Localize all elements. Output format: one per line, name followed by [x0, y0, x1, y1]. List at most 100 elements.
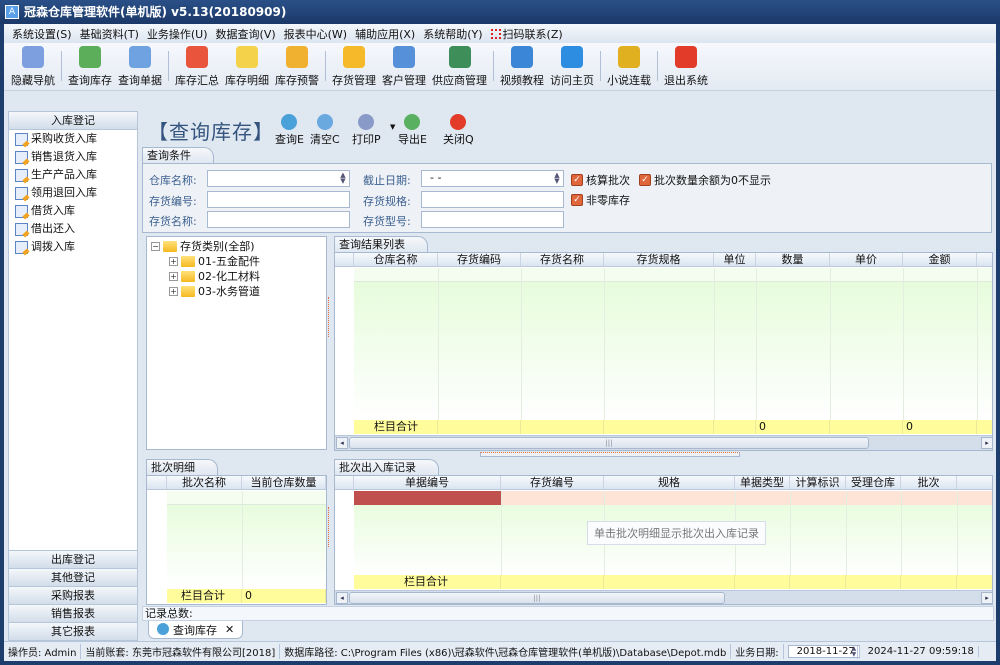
biz-date-picker[interactable]: 2018-11-27 ▲ ▼ — [787, 645, 860, 659]
collapse-icon[interactable]: − — [151, 241, 160, 251]
menu-help[interactable]: 系统帮助(Y) — [419, 26, 486, 42]
spin-icon[interactable]: ▲ ▼ — [552, 172, 562, 185]
col-header[interactable]: 金额 — [903, 253, 977, 266]
menu-aux[interactable]: 辅助应用(X) — [351, 26, 419, 42]
checkbox-calc-batch[interactable]: ✓ 核算批次 — [571, 172, 630, 188]
scroll-left-icon[interactable]: ◂ — [336, 437, 348, 449]
menu-data-query[interactable]: 数据查询(V) — [212, 26, 280, 42]
sidebar-item[interactable]: 领用退回入库 — [9, 184, 137, 202]
tree-node[interactable]: +02-化工材料 — [169, 268, 260, 284]
checkbox-hide-zero-batch[interactable]: ✓ 批次数量余额为0不显示 — [639, 172, 771, 188]
vertical-splitter[interactable] — [328, 297, 332, 337]
scroll-right-icon[interactable]: ▸ — [981, 592, 992, 604]
selected-cell[interactable] — [354, 491, 501, 505]
toolbar-button-5[interactable]: 库存预警 — [272, 43, 322, 88]
nav-group-button[interactable]: 出库登记 — [9, 550, 137, 568]
col-header[interactable]: 单据类型 — [735, 476, 790, 489]
toolbar-button-9[interactable]: 视频教程 — [497, 43, 547, 88]
horizontal-splitter[interactable] — [480, 452, 740, 457]
query-tab[interactable]: 查询条件 — [142, 147, 214, 163]
tree-node[interactable]: +03-水务管道 — [169, 283, 260, 299]
spec-input[interactable] — [421, 191, 564, 208]
sidebar-item[interactable]: 调拨入库 — [9, 238, 137, 256]
doc-tab-query-inventory[interactable]: 查询库存 ✕ — [148, 621, 244, 639]
sidebar-item[interactable]: 生产产品入库 — [9, 166, 137, 184]
batch-body[interactable] — [167, 491, 326, 589]
nav-group-inbound[interactable]: 入库登记 — [9, 112, 137, 130]
toolbar-button-3[interactable]: 库存汇总 — [172, 43, 222, 88]
expand-icon[interactable]: + — [169, 271, 178, 281]
scroll-thumb[interactable]: ||| — [349, 592, 725, 604]
col-header[interactable]: 单位 — [714, 253, 756, 266]
toolbar-button-10[interactable]: 访问主页 — [547, 43, 597, 88]
toolbar-button-11[interactable]: 小说连载 — [604, 43, 654, 88]
warehouse-select[interactable]: ▲ ▼ — [207, 170, 350, 187]
spin-icon[interactable]: ▲ ▼ — [338, 172, 348, 185]
table-row[interactable] — [354, 268, 992, 282]
selected-row[interactable] — [354, 491, 992, 505]
col-header[interactable]: 存货编码 — [438, 253, 521, 266]
model-input[interactable] — [421, 211, 564, 228]
scroll-right-icon[interactable]: ▸ — [981, 437, 992, 449]
toolbar-button-1[interactable]: 查询库存 — [65, 43, 115, 88]
col-header[interactable]: 存货编号 — [501, 476, 604, 489]
batch-records-body[interactable]: 单击批次明细显示批次出入库记录 — [354, 491, 992, 575]
col-header[interactable]: 计算标识 — [790, 476, 846, 489]
toolbar-button-7[interactable]: 客户管理 — [379, 43, 429, 88]
col-header[interactable]: 受理仓库 — [846, 476, 901, 489]
close-tab-icon[interactable]: ✕ — [225, 623, 234, 636]
page-button-0[interactable]: 查询E — [275, 114, 304, 147]
table-row[interactable] — [167, 491, 326, 505]
results-tab[interactable]: 查询结果列表 — [334, 236, 428, 252]
sidebar-item[interactable]: 采购收货入库 — [9, 130, 137, 148]
tree-node[interactable]: +01-五金配件 — [169, 253, 260, 269]
sidebar-item[interactable]: 销售退货入库 — [9, 148, 137, 166]
scroll-left-icon[interactable]: ◂ — [336, 592, 348, 604]
results-body[interactable] — [354, 268, 992, 420]
expand-icon[interactable]: + — [169, 286, 178, 296]
sidebar-item[interactable]: 借货入库 — [9, 202, 137, 220]
menu-reports[interactable]: 报表中心(W) — [280, 26, 351, 42]
col-header[interactable]: 批次 — [901, 476, 957, 489]
page-button-2[interactable]: 打印P — [352, 114, 381, 147]
nav-group-button[interactable]: 其他登记 — [9, 568, 137, 586]
page-button-4[interactable]: 关闭Q — [443, 114, 474, 147]
col-header[interactable]: 批次名称 — [167, 476, 242, 489]
nav-group-button[interactable]: 其它报表 — [9, 622, 137, 640]
page-button-3[interactable]: 导出E — [398, 114, 427, 147]
toolbar-button-6[interactable]: 存货管理 — [329, 43, 379, 88]
page-button-1[interactable]: 清空C — [310, 114, 340, 147]
print-dropdown-icon[interactable]: ▼ — [390, 123, 395, 131]
vertical-splitter[interactable] — [328, 507, 332, 547]
toolbar-button-4[interactable]: 库存明细 — [222, 43, 272, 88]
batch-records-tab[interactable]: 批次出入库记录 — [334, 459, 439, 475]
col-header[interactable]: 规格 — [604, 476, 735, 489]
toolbar-button-2[interactable]: 查询单据 — [115, 43, 165, 88]
toolbar-button-8[interactable]: 供应商管理 — [429, 43, 490, 88]
menu-operations[interactable]: 业务操作(U) — [143, 26, 212, 42]
menu-scan-contact[interactable]: 扫码联系(Z) — [487, 26, 567, 42]
spin-icon[interactable]: ▲ ▼ — [848, 646, 858, 659]
batch-tab[interactable]: 批次明细 — [146, 459, 218, 475]
nav-group-button[interactable]: 销售报表 — [9, 604, 137, 622]
name-input[interactable] — [207, 211, 350, 228]
col-header[interactable]: 当前仓库数量 — [242, 476, 326, 489]
menu-basic-data[interactable]: 基础资料(T) — [76, 26, 143, 42]
nav-group-button[interactable]: 采购报表 — [9, 586, 137, 604]
toolbar-button-12[interactable]: 退出系统 — [661, 43, 711, 88]
col-header[interactable]: 单据编号 — [354, 476, 501, 489]
col-header[interactable]: 存货名称 — [521, 253, 604, 266]
results-hscroll[interactable]: ◂ ||| ▸ — [335, 435, 992, 450]
tree-root[interactable]: − 存货类别(全部) — [151, 238, 255, 254]
toolbar-button-0[interactable]: 隐藏导航 — [8, 43, 58, 88]
col-header[interactable]: 仓库名称 — [354, 253, 438, 266]
batch-records-hscroll[interactable]: ◂ ||| ▸ — [335, 590, 992, 604]
col-header[interactable]: 存货规格 — [604, 253, 714, 266]
date-picker[interactable]: - - ▲ ▼ — [421, 170, 564, 187]
expand-icon[interactable]: + — [169, 256, 178, 266]
sidebar-item[interactable]: 借出还入 — [9, 220, 137, 238]
checkbox-nonzero-stock[interactable]: ✓ 非零库存 — [571, 192, 630, 208]
menu-system-settings[interactable]: 系统设置(S) — [8, 26, 76, 42]
col-header[interactable]: 单价 — [830, 253, 903, 266]
code-input[interactable] — [207, 191, 350, 208]
